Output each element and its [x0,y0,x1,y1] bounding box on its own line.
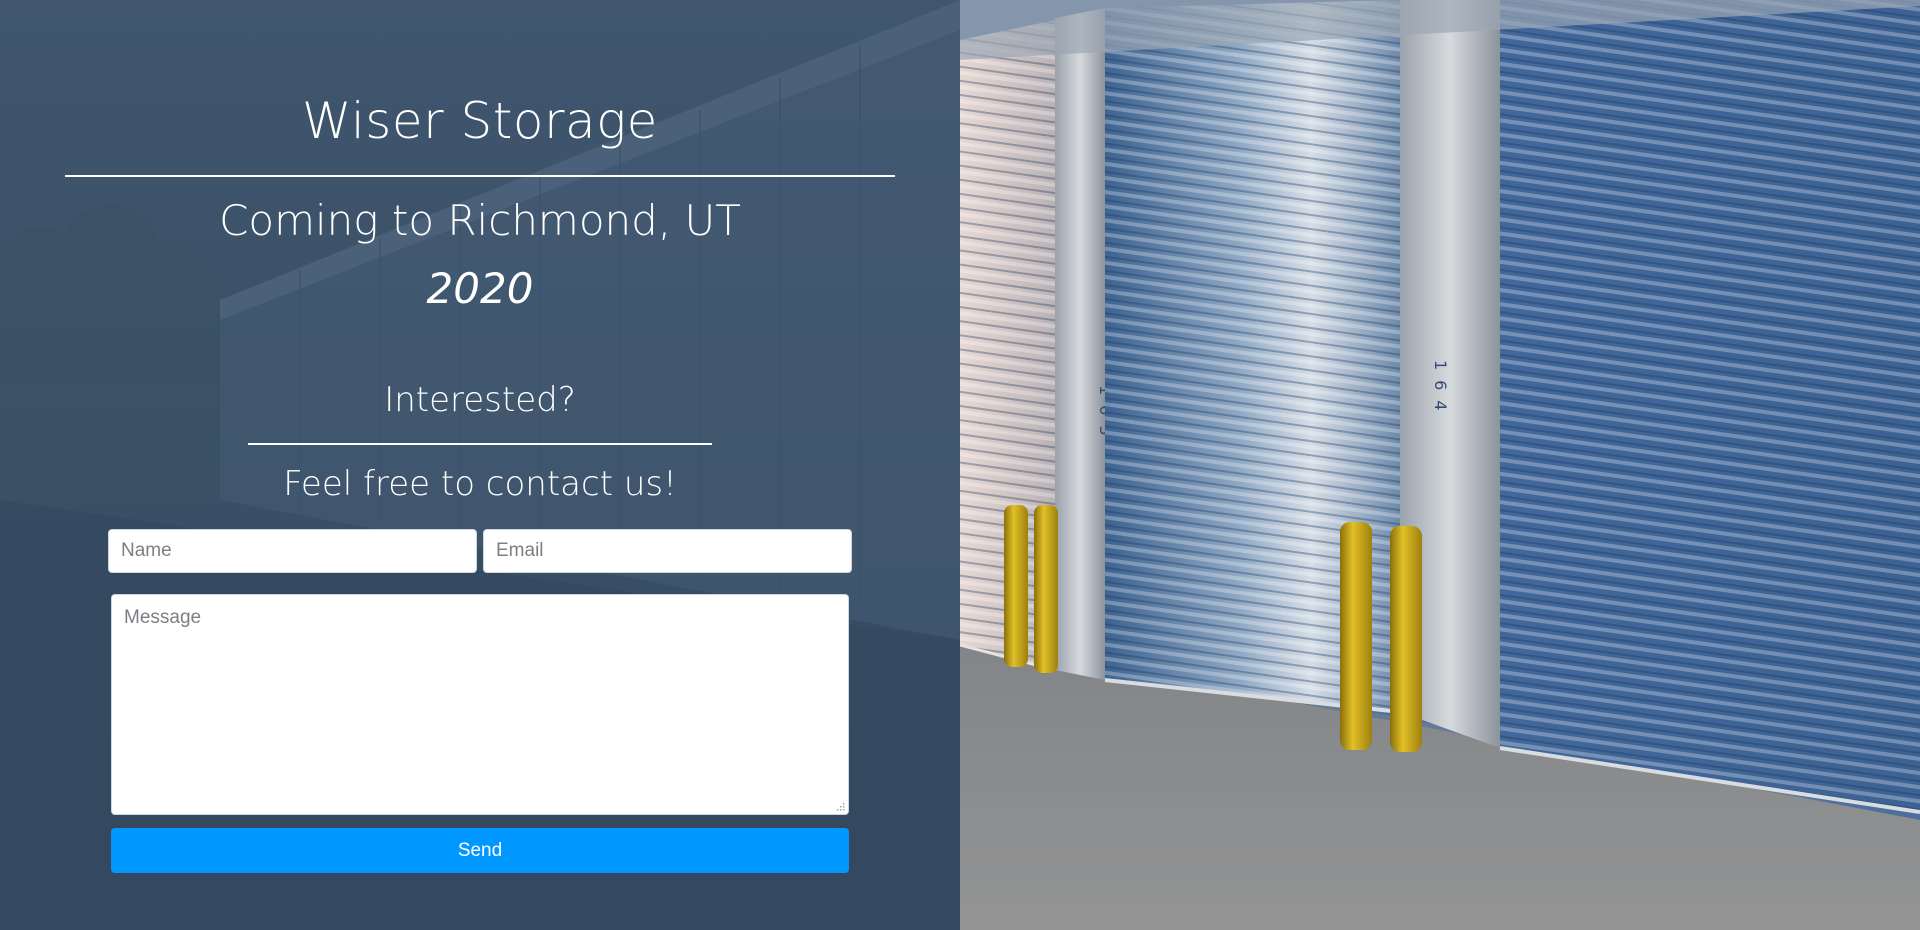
resize-grip-icon[interactable] [834,802,845,813]
hero-content: Wiser Storage Coming to Richmond, UT 202… [0,0,960,930]
title-divider [65,175,895,177]
unit-number-164: 164 [1431,360,1450,421]
contact-divider [248,443,712,445]
opening-year: 2020 [426,264,534,313]
svg-text:164: 164 [1431,360,1450,421]
brand-title: Wiser Storage [302,92,658,150]
landing-page: Wiser Storage Coming to Richmond, UT 202… [0,0,1920,930]
email-input[interactable] [483,529,852,573]
message-textarea[interactable] [111,594,849,815]
send-button[interactable]: Send [111,828,849,873]
contact-subheading: Feel free to contact us! [283,464,677,504]
storage-photo: 163 164 [960,0,1920,930]
storage-units-image: 163 164 [960,0,1920,930]
coming-soon-text: Coming to Richmond, UT [219,196,741,245]
name-input[interactable] [108,529,477,573]
left-panel: Wiser Storage Coming to Richmond, UT 202… [0,0,960,930]
contact-heading: Interested? [384,380,576,420]
